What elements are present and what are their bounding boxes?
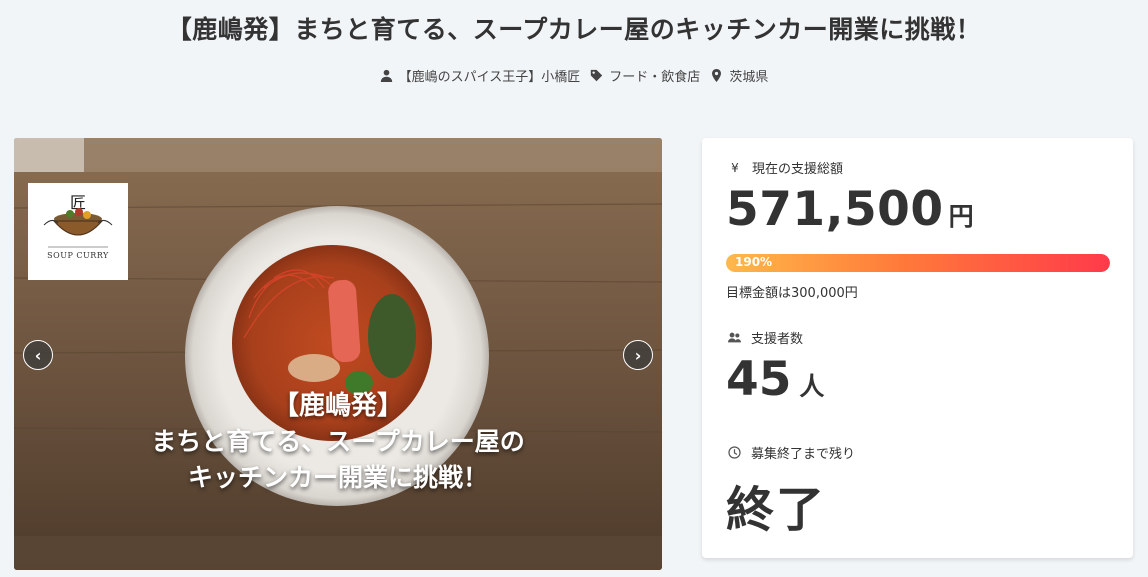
yen-icon: ¥ [731, 160, 739, 175]
location-link[interactable]: 茨城県 [710, 66, 768, 85]
map-pin-icon [712, 69, 722, 82]
caption-line-2: まちと育てる、スープカレー屋の [151, 427, 525, 456]
shop-logo: 匠 SOUP CURRY [28, 183, 128, 280]
funding-amount-value: 571,500 [726, 182, 944, 237]
backers-label-row: 支援者数 [728, 328, 803, 347]
tag-icon [591, 69, 603, 82]
hero-caption: 【鹿嶋発】 まちと育てる、スープカレー屋の キッチンカー開業に挑戦！ [14, 388, 662, 496]
funding-label-row: ¥ 現在の支援総額 [728, 158, 844, 178]
funding-amount-unit: 円 [948, 202, 974, 231]
chevron-right-icon: › [634, 345, 642, 365]
owner-name: 【鹿嶋のスパイス王子】小橋匠 [398, 70, 581, 85]
curry-bowl-icon [43, 208, 113, 248]
image-carousel[interactable]: 匠 SOUP CURRY 【鹿嶋発】 まちと育てる、スープカレー屋の キッチンカ… [14, 138, 662, 570]
remaining-label: 募集終了まで残り [751, 447, 856, 462]
funding-amount: 571,500 円 [726, 182, 974, 237]
caption-line-1: 【鹿嶋発】 [272, 391, 403, 421]
backers-count: 45 人 [726, 352, 824, 407]
progress-percent: 190% [735, 255, 773, 269]
backers-label: 支援者数 [751, 332, 804, 347]
chevron-left-icon: ‹ [34, 345, 42, 365]
project-meta: 【鹿嶋のスパイス王子】小橋匠 フード・飲食店 茨城県 [0, 66, 1148, 85]
funding-stats-card: ¥ 現在の支援総額 571,500 円 190% 目標金額は300,000円 支… [702, 138, 1133, 558]
funding-label: 現在の支援総額 [752, 162, 844, 177]
backers-count-unit: 人 [799, 372, 825, 401]
caption-line-3: キッチンカー開業に挑戦！ [187, 463, 488, 492]
location-name: 茨城県 [729, 70, 769, 85]
carousel-next-button[interactable]: › [623, 340, 653, 370]
remaining-value: 終了 [726, 470, 826, 540]
progress-fill: 190% [726, 254, 1110, 272]
goal-amount: 目標金額は300,000円 [726, 286, 858, 301]
users-icon [728, 332, 741, 343]
user-icon [380, 69, 392, 82]
funding-progress-bar: 190% [726, 254, 1110, 272]
carousel-prev-button[interactable]: ‹ [23, 340, 53, 370]
clock-icon [728, 446, 741, 459]
remaining-label-row: 募集終了まで残り [728, 443, 855, 462]
category-name: フード・飲食店 [609, 70, 701, 85]
backers-count-value: 45 [726, 352, 792, 407]
category-link[interactable]: フード・飲食店 [590, 66, 700, 85]
owner-link[interactable]: 【鹿嶋のスパイス王子】小橋匠 [380, 66, 581, 85]
remaining-status: 終了 [726, 482, 827, 538]
logo-text: SOUP CURRY [47, 251, 109, 260]
project-title: 【鹿嶋発】まちと育てる、スープカレー屋のキッチンカー開業に挑戦！ [166, 15, 982, 44]
